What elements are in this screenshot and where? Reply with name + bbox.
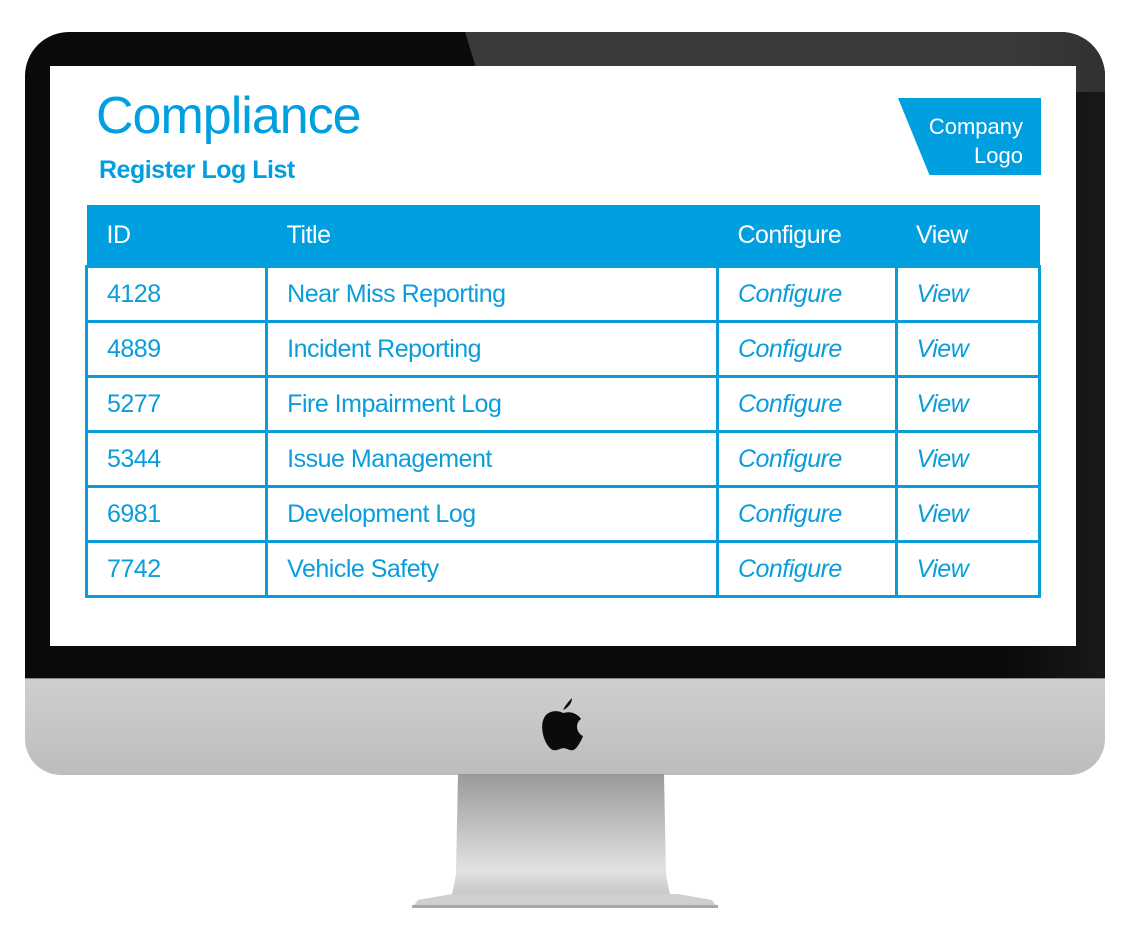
view-link[interactable]: View [894, 540, 1042, 598]
configure-link[interactable]: Configure [715, 430, 898, 488]
table-row: 4889 Incident Reporting Configure View [84, 320, 1042, 378]
row-id: 4128 [84, 265, 269, 323]
view-link[interactable]: View [894, 430, 1042, 488]
view-link[interactable]: View [894, 375, 1042, 433]
configure-link[interactable]: Configure [715, 265, 898, 323]
row-title: Incident Reporting [265, 320, 719, 378]
column-header-title[interactable]: Title [266, 205, 718, 267]
screen: Compliance Register Log List Company Log… [50, 66, 1076, 646]
column-header-id[interactable]: ID [86, 205, 267, 267]
monitor-stand-foot [412, 894, 718, 908]
configure-link[interactable]: Configure [715, 540, 898, 598]
row-id: 6981 [84, 485, 269, 543]
column-header-view[interactable]: View [896, 205, 1040, 267]
logo-line-2: Logo [974, 143, 1023, 168]
row-title: Vehicle Safety [265, 540, 719, 598]
row-id: 5277 [84, 375, 269, 433]
row-id: 7742 [84, 540, 269, 598]
table-row: 5277 Fire Impairment Log Configure View [84, 375, 1042, 433]
table-row: 6981 Development Log Configure View [84, 485, 1042, 543]
table-row: 5344 Issue Management Configure View [84, 430, 1042, 488]
table-row: 4128 Near Miss Reporting Configure View [84, 265, 1042, 323]
row-title: Fire Impairment Log [265, 375, 719, 433]
column-header-configure[interactable]: Configure [717, 205, 897, 267]
row-title: Near Miss Reporting [265, 265, 719, 323]
page-subtitle: Register Log List [99, 156, 295, 184]
configure-link[interactable]: Configure [715, 320, 898, 378]
company-logo: Company Logo [898, 98, 1041, 175]
row-id: 4889 [84, 320, 269, 378]
row-title: Issue Management [265, 430, 719, 488]
logo-line-1: Company [928, 114, 1023, 139]
row-title: Development Log [265, 485, 719, 543]
apple-logo-icon [542, 698, 583, 751]
row-id: 5344 [84, 430, 269, 488]
table-header-row: ID Title Configure View [86, 205, 1040, 267]
monitor-stand [452, 774, 670, 894]
configure-link[interactable]: Configure [715, 485, 898, 543]
view-link[interactable]: View [894, 485, 1042, 543]
view-link[interactable]: View [894, 265, 1042, 323]
table-row: 7742 Vehicle Safety Configure View [84, 540, 1042, 598]
view-link[interactable]: View [894, 320, 1042, 378]
configure-link[interactable]: Configure [715, 375, 898, 433]
register-log-table: ID Title Configure View 4128 Near Miss R… [84, 205, 1042, 598]
page-title: Compliance [96, 87, 362, 145]
